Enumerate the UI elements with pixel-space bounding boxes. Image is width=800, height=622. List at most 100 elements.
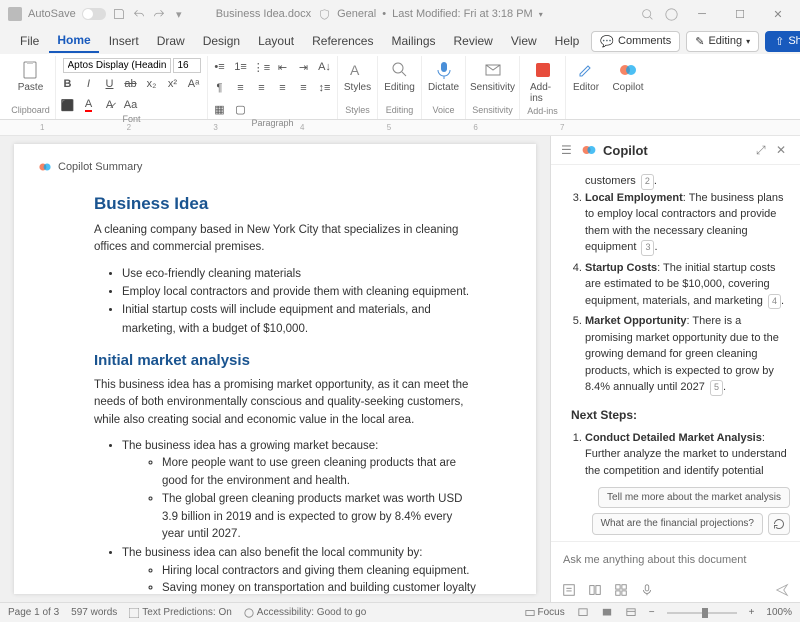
view-read[interactable] [577,608,589,618]
tab-file[interactable]: File [12,30,47,52]
reference-badge[interactable]: 2 [641,174,654,190]
zoom-in[interactable]: + [749,607,755,618]
tab-review[interactable]: Review [446,30,501,52]
accessibility-status[interactable]: Accessibility: Good to go [244,607,367,618]
font-color-button[interactable]: A [80,96,98,114]
suggestion-button[interactable]: What are the financial projections? [592,513,763,535]
search-icon[interactable] [640,7,654,21]
copilot-input[interactable] [561,550,790,570]
suggestion-button[interactable]: Tell me more about the market analysis [598,487,790,508]
document-page[interactable]: Copilot Summary Business Idea A cleaning… [14,144,536,594]
next-steps-heading: Next Steps: [571,406,788,424]
share-button[interactable]: ⇧Share▾ [765,31,800,52]
show-marks-button[interactable]: ¶ [211,79,229,97]
subscript-button[interactable]: x₂ [143,75,161,93]
comments-button[interactable]: 💬Comments [591,31,680,52]
attach-icon[interactable] [587,582,603,598]
tab-layout[interactable]: Layout [250,30,302,52]
font-size-select[interactable] [173,58,201,73]
underline-button[interactable]: U [101,75,119,93]
sensitivity-button[interactable]: Sensitivity [466,58,519,95]
increase-indent-button[interactable]: ⇥ [295,58,313,76]
copilot-summary-bar[interactable]: Copilot Summary [38,156,476,184]
save-icon[interactable] [112,7,126,21]
copilot-ribbon-button[interactable]: Copilot [608,58,647,95]
editor-button[interactable]: Editor [569,58,603,95]
view-print[interactable] [601,608,613,618]
account-icon[interactable] [664,7,678,21]
numbering-button[interactable]: 1≡ [232,58,250,76]
reference-badge[interactable]: 5 [710,380,723,396]
list-item: Startup Costs: The initial startup costs… [585,260,788,310]
close-icon[interactable]: ✕ [776,143,790,157]
tab-view[interactable]: View [503,30,545,52]
align-center-button[interactable]: ≡ [253,79,271,97]
redo-icon[interactable] [152,7,166,21]
expand-icon[interactable]: ⤢ [756,143,770,157]
list-item: The business idea can also benefit the l… [122,544,476,562]
undo-icon[interactable] [132,7,146,21]
borders-button[interactable]: ▢ [232,100,250,118]
maximize-button[interactable]: ☐ [726,4,754,24]
view-web[interactable] [625,608,637,618]
editing-mode-button[interactable]: ✎Editing▾ [686,31,759,52]
word-app-icon [8,7,22,21]
mic-icon[interactable] [639,582,655,598]
focus-mode[interactable]: Focus [525,607,565,618]
prompt-guide-icon[interactable] [561,582,577,598]
sort-button[interactable]: A↓ [316,58,334,76]
zoom-slider[interactable] [667,612,737,614]
copilot-summary-label: Copilot Summary [58,161,142,173]
clear-format-button[interactable]: A̷ [101,96,119,114]
strikethrough-button[interactable]: ab [122,75,140,93]
pencil-icon: ✎ [695,35,704,48]
list-item: Use eco-friendly cleaning materials [122,265,476,283]
styles-button[interactable]: A Styles [340,58,375,95]
paste-button[interactable]: Paste [14,58,48,95]
change-case-button[interactable]: Aa [122,96,140,114]
apps-icon[interactable] [613,582,629,598]
bullets-button[interactable]: •≡ [211,58,229,76]
font-name-select[interactable] [63,58,171,73]
tab-home[interactable]: Home [49,29,98,53]
align-left-button[interactable]: ≡ [232,79,250,97]
send-icon[interactable] [774,582,790,598]
zoom-out[interactable]: − [649,607,655,618]
addins-button[interactable]: Add-ins [526,58,559,106]
copilot-body[interactable]: customers 2. Local Employment: The busin… [551,165,800,481]
word-count[interactable]: 597 words [71,607,117,618]
tab-references[interactable]: References [304,30,381,52]
decrease-indent-button[interactable]: ⇤ [274,58,292,76]
multilevel-button[interactable]: ⋮≡ [253,58,271,76]
italic-button[interactable]: I [80,75,98,93]
close-button[interactable]: ✕ [764,4,792,24]
text-effects-button[interactable]: Aᵃ [185,75,203,93]
tab-insert[interactable]: Insert [101,30,147,52]
intro-paragraph: A cleaning company based in New York Cit… [94,222,476,257]
page-indicator[interactable]: Page 1 of 3 [8,607,59,618]
highlight-button[interactable]: ⬛ [59,96,77,114]
text-predictions[interactable]: Text Predictions: On [129,607,231,618]
minimize-button[interactable]: ─ [688,4,716,24]
tab-design[interactable]: Design [195,30,248,52]
menu-icon[interactable]: ☰ [561,143,575,157]
tab-draw[interactable]: Draw [149,30,193,52]
tab-help[interactable]: Help [547,30,588,52]
dictate-button[interactable]: Dictate [424,58,463,95]
refresh-suggestions-button[interactable] [768,513,790,535]
tab-mailings[interactable]: Mailings [383,30,443,52]
reference-badge[interactable]: 4 [768,294,781,310]
bold-button[interactable]: B [59,75,77,93]
qat-dropdown-icon[interactable]: ▾ [172,7,186,21]
line-spacing-button[interactable]: ↕≡ [316,79,334,97]
align-right-button[interactable]: ≡ [274,79,292,97]
autosave-toggle[interactable] [82,8,106,20]
justify-button[interactable]: ≡ [295,79,313,97]
shading-button[interactable]: ▦ [211,100,229,118]
reference-badge[interactable]: 3 [641,240,654,256]
zoom-level[interactable]: 100% [766,607,792,618]
chevron-down-icon[interactable]: ▾ [539,10,543,19]
editing-button[interactable]: Editing [380,58,419,95]
editor-icon [576,60,596,80]
superscript-button[interactable]: x² [164,75,182,93]
